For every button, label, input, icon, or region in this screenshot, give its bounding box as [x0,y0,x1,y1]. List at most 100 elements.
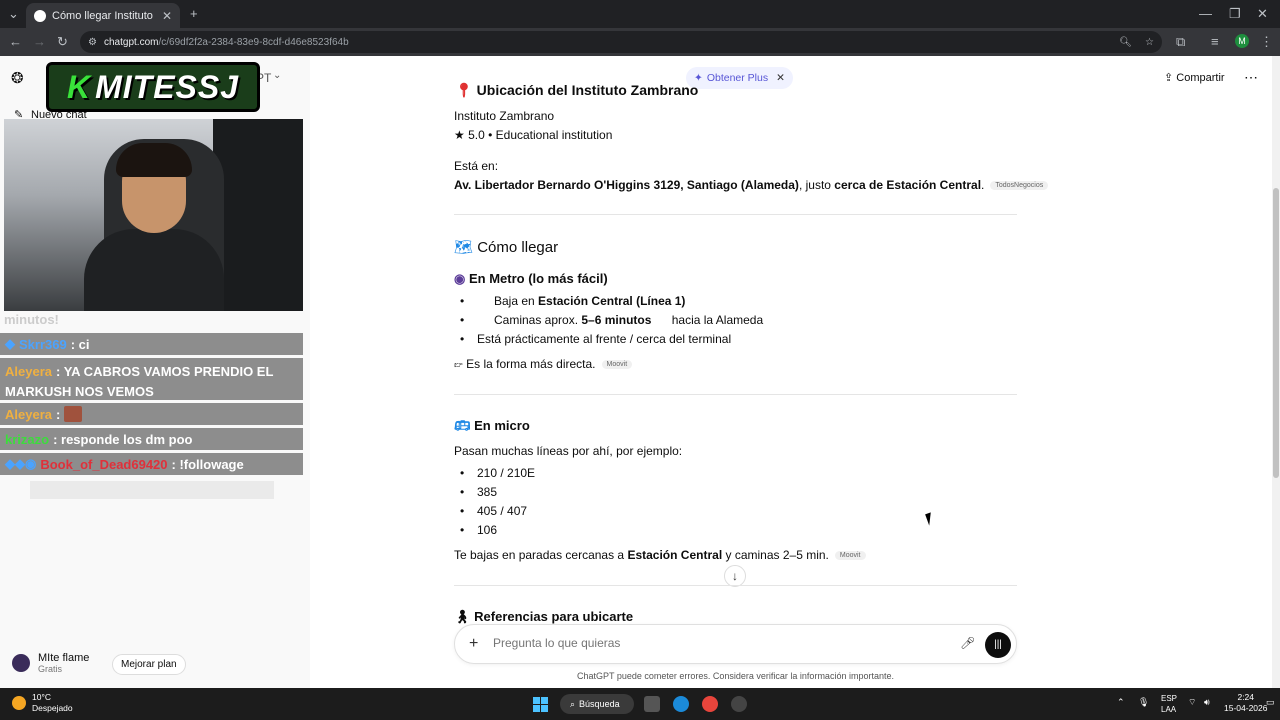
notifications-icon[interactable]: ▭ [1266,697,1275,708]
prompt-input[interactable] [493,636,923,650]
edge-icon[interactable] [673,696,689,712]
address-mid: , justo [798,178,835,192]
stream-overlay-logo: K MITESSJ [46,62,260,112]
weather-temp: 10°C [32,692,51,702]
browser-tab[interactable]: Cómo llegar Instituto Zambrano ✕ [26,3,180,28]
share-button[interactable]: ⇪ Compartir [1164,71,1225,84]
reload-icon[interactable]: ↻ [57,34,68,50]
language-indicator[interactable]: ESP LAA [1161,693,1177,715]
url-domain: chatgpt.com [104,36,159,48]
emote-icon [64,406,83,422]
clock[interactable]: 2:24 15-04-2026 [1224,692,1267,714]
voice-mode-button[interactable]: ||| [985,632,1011,658]
source-tag[interactable]: Moovit [601,360,633,370]
weather-widget[interactable]: 10°C Despejado [12,692,73,714]
maximize-icon[interactable]: ❐ [1229,6,1241,22]
microphone-icon[interactable]: 🎤︎ [960,636,975,650]
wifi-icon[interactable]: ⌔ [1188,697,1196,708]
search-label: Búsqueda [579,699,620,709]
openai-logo-icon[interactable]: ❂ [11,69,24,87]
scroll-down-button[interactable]: ↓ [724,565,746,587]
micro-post: y caminas 2–5 min. [722,548,829,562]
chrome-icon[interactable] [702,696,718,712]
extensions-icon[interactable]: ⧉ [1176,34,1185,50]
start-windows-icon[interactable] [533,697,548,712]
address-bar[interactable]: ⚙ chatgpt.com/c/69df2f2a-2384-83e9-8cdf-… [80,31,1162,53]
pin-icon: 📍︎ [455,82,473,98]
site-info-icon[interactable]: ⚙ [88,37,97,48]
minimize-icon[interactable]: — [1199,6,1212,21]
upgrade-plan-button[interactable]: Mejorar plan [112,654,186,675]
taskbar-search[interactable]: ⌕ Búsqueda [560,694,634,714]
back-icon[interactable]: ← [9,34,22,49]
divider [454,214,1017,215]
chat-user: Aleyera [5,364,52,379]
metro-b2-post: hacia la Alameda [668,313,764,327]
como-llegar-title: Cómo llegar [477,239,559,256]
volume-icon[interactable]: 🔊︎ [1204,697,1210,708]
place-name: Instituto Zambrano [454,109,555,123]
new-tab-icon[interactable]: + [190,6,198,21]
close-icon[interactable]: ✕ [776,72,785,84]
scrollbar[interactable] [1272,56,1280,688]
chat-line: Aleyera: YA CABROS VAMOS PRENDIO EL MARK… [5,362,298,402]
obs-icon[interactable] [731,696,747,712]
references-title: Referencias para ubicarte [474,609,634,624]
time: 2:24 [1237,692,1255,702]
tray-overflow-icon[interactable]: ⌃ [1117,697,1125,708]
forward-icon[interactable]: → [33,34,46,49]
more-options-icon[interactable]: ⋯ [1244,69,1258,86]
metro-b3: Está prácticamente al frente / cerca del… [477,332,732,346]
task-view-icon[interactable] [644,696,660,712]
scrollbar-thumb[interactable] [1273,188,1279,478]
metro-b2-bold: 5–6 minutos [581,313,652,327]
zoom-icon[interactable]: 🔍︎ [1119,37,1132,48]
close-window-icon[interactable]: ✕ [1257,6,1268,22]
chat-text: : [55,406,61,422]
chat-message: krizazo: responde los dm poo [0,428,303,450]
attach-plus-icon[interactable]: + [469,635,478,653]
micro-heading: 🚌︎ En micro [454,418,530,434]
micro-title: En micro [474,418,530,433]
search-icon: ⌕ [570,698,576,709]
chatgpt-favicon [34,9,46,22]
weather-icon [12,696,26,710]
metro-b1-bold: Estación Central (Línea 1) [538,294,686,308]
tab-search-icon[interactable]: ⌄ [8,6,19,22]
metro-b2-pre: Caminas aprox. [494,313,582,327]
profile-avatar[interactable]: M [1235,34,1249,48]
chat-user: Skrr369 [19,336,67,352]
chat-message: Aleyera: [0,403,303,425]
badge-icon: ◆ [5,336,15,351]
chat-fading-line [30,481,274,499]
media-control-icon[interactable]: ≡ [1211,34,1219,49]
bookmark-star-icon[interactable]: ☆ [1145,37,1154,48]
avatar [12,654,30,672]
list-item: Caminas aprox. 5–6 minutos hacia la Alam… [460,313,763,327]
micro-bold: Estación Central [627,548,723,562]
micro-line: 385 [477,485,498,499]
metro-tip: 👉︎ Es la forma más directa. Moovit [454,357,633,372]
map-icon: 🗺︎ [454,239,474,256]
share-label: Compartir [1176,72,1225,84]
star-icon: ★ [454,128,465,142]
address-near: cerca de Estación Central [834,178,982,192]
close-tab-icon[interactable]: ✕ [162,9,172,23]
badges-icon: ◆◆◉ [5,456,37,471]
user-account[interactable]: MIte flame Gratis [12,652,89,674]
chat-text: : !followage [171,456,244,472]
windows-taskbar: 10°C Despejado ⌕ Búsqueda ⌃ 🎙︎ ESP LAA ⌔ 🔊︎… [0,688,1280,720]
metro-b1-pre: Baja en [494,294,539,308]
browser-menu-icon[interactable]: ⋮ [1260,34,1273,50]
user-plan: Gratis [38,664,63,674]
obtain-plus-banner[interactable]: ✦ Obtener Plus ✕ [686,67,793,89]
tray-mic-icon[interactable]: 🎙︎ [1138,697,1149,708]
location-title: Ubicación del Instituto Zambrano [476,82,699,98]
divider [454,585,1017,586]
chat-text: : ci [70,336,90,352]
date: 15-04-2026 [1224,703,1268,713]
composer: + 🎤︎ ||| [454,624,1017,664]
source-tag[interactable]: Moovit [834,551,866,561]
chevron-down-icon[interactable]: ⌄ [273,70,281,81]
source-tag[interactable]: TodosNegocios [990,181,1049,191]
